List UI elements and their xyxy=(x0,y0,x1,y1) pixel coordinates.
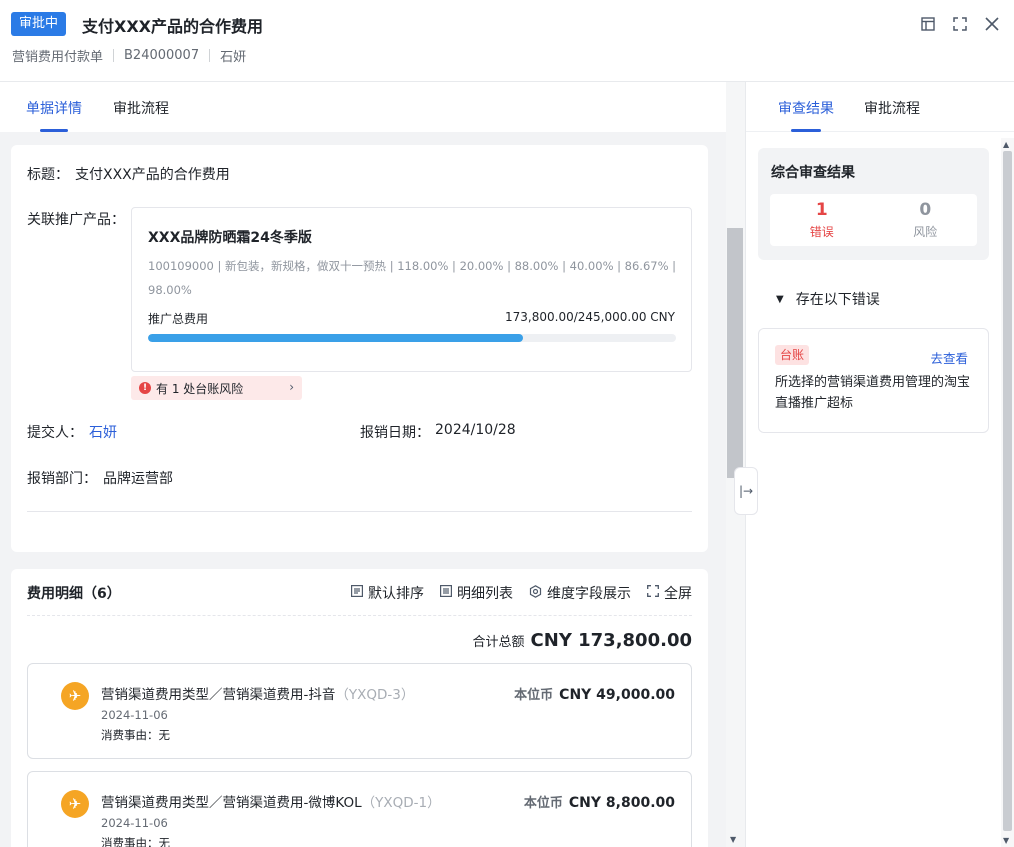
expense-item-amount: 本位币 CNY 49,000.00 xyxy=(514,687,675,703)
expense-item-title: 营销渠道费用类型／营销渠道费用-微博KOL（YXQD-1） xyxy=(101,795,441,811)
date-label: 报销日期： xyxy=(360,425,430,441)
window-controls xyxy=(912,12,1008,36)
fullscreen-label: 全屏 xyxy=(664,586,692,602)
fullscreen-icon xyxy=(647,585,659,601)
review-summary-counts: 1 错误 0 风险 xyxy=(770,194,977,246)
review-panel: 审查结果 审批流程 综合审查结果 1 错误 0 风险 ▼ 存在以下错误 台账 去… xyxy=(745,82,1014,847)
title-label: 标题： xyxy=(27,167,69,183)
close-icon[interactable] xyxy=(976,12,1008,36)
expense-item-title: 营销渠道费用类型／营销渠道费用-抖音（YXQD-3） xyxy=(101,687,415,703)
expense-item-date: 2024-11-06 xyxy=(101,816,168,830)
doc-person: 石妍 xyxy=(220,50,247,65)
tab-approval-flow[interactable]: 审批流程 xyxy=(113,98,169,118)
error-section-title: 存在以下错误 xyxy=(795,292,880,308)
promo-total-label: 推广总费用 xyxy=(148,312,209,326)
sort-icon xyxy=(351,585,364,601)
scrollbar-thumb[interactable] xyxy=(727,228,743,478)
airplane-icon: ✈ xyxy=(61,790,89,818)
date-value: 2024/10/28 xyxy=(435,422,516,438)
review-summary-title: 综合审查结果 xyxy=(771,165,855,181)
error-count-label: 错误 xyxy=(809,225,834,239)
scroll-down-arrow-icon[interactable]: ▼ xyxy=(1003,836,1009,845)
detail-tabs: 单据详情 审批流程 xyxy=(0,82,745,132)
expense-item[interactable]: ✈ 营销渠道费用类型／营销渠道费用-微博KOL（YXQD-1） 2024-11-… xyxy=(27,771,692,847)
detail-list-label: 明细列表 xyxy=(457,586,513,602)
error-section-toggle[interactable]: ▼ 存在以下错误 xyxy=(776,289,880,309)
tab-review-result[interactable]: 审查结果 xyxy=(778,98,834,132)
status-badge: 审批中 xyxy=(11,12,67,36)
collapse-icon: |→ xyxy=(738,484,754,498)
error-item: 台账 去查看 所选择的营销渠道费用管理的淘宝直播推广超标 xyxy=(758,328,989,433)
fullscreen-icon[interactable] xyxy=(944,12,976,36)
risk-count-label: 风险 xyxy=(913,225,938,239)
total-amount-label: 合计总额 xyxy=(472,635,525,650)
expense-item-reason: 消费事由：无 xyxy=(101,836,170,847)
divider xyxy=(209,49,211,62)
review-summary: 综合审查结果 1 错误 0 风险 xyxy=(758,148,989,260)
dimension-fields-label: 维度字段展示 xyxy=(547,586,631,602)
error-count[interactable]: 1 错误 xyxy=(770,194,874,246)
dimension-fields-button[interactable]: 维度字段展示 xyxy=(529,583,631,603)
error-count-value: 1 xyxy=(815,200,828,220)
tab-document-details[interactable]: 单据详情 xyxy=(26,98,82,132)
review-tabs: 审查结果 审批流程 xyxy=(746,82,1014,132)
expense-item-amount: 本位币 CNY 8,800.00 xyxy=(523,795,675,811)
doc-number: B24000007 xyxy=(124,48,200,63)
fullscreen-button[interactable]: 全屏 xyxy=(647,583,692,603)
basic-info-card: 标题： 支付XXX产品的合作费用 关联推广产品： XXX品牌防晒霜24冬季版 1… xyxy=(11,145,708,552)
error-description: 所选择的营销渠道费用管理的淘宝直播推广超标 xyxy=(775,375,971,411)
view-error-link[interactable]: 去查看 xyxy=(930,348,968,367)
header: 审批中 支付XXX产品的合作费用 营销费用付款单 B24000007 石妍 xyxy=(0,0,1014,82)
expense-details-card: 费用明细（6） 默认排序 明细列表 维度字段展示 全屏 合计总额 CNY 173… xyxy=(11,569,708,847)
alert-icon: ! xyxy=(139,382,151,394)
tab-approval-flow-right[interactable]: 审批流程 xyxy=(864,98,920,118)
scroll-down-arrow-icon[interactable]: ▼ xyxy=(730,835,736,844)
gear-icon xyxy=(529,584,542,602)
expense-section-title: 费用明细（6） xyxy=(27,586,121,602)
promo-total-value: 173,800.00/245,000.00 CNY xyxy=(505,310,675,324)
review-scrollbar[interactable]: ▲ ▼ xyxy=(1001,138,1014,847)
product-spec: 100109000 | 新包装，新规格，做双十一预热 | 118.00% | 2… xyxy=(148,259,677,297)
risk-count[interactable]: 0 风险 xyxy=(874,194,978,246)
product-label: 关联推广产品： xyxy=(27,212,125,228)
doc-type: 营销费用付款单 xyxy=(12,50,104,65)
product-card[interactable]: XXX品牌防晒霜24冬季版 100109000 | 新包装，新规格，做双十一预热… xyxy=(131,207,692,372)
department-label: 报销部门： xyxy=(27,471,97,487)
expense-total: 合计总额 CNY 173,800.00 xyxy=(473,630,692,651)
product-name: XXX品牌防晒霜24冬季版 xyxy=(148,230,312,246)
detail-list-button[interactable]: 明细列表 xyxy=(440,583,513,603)
default-sort-button[interactable]: 默认排序 xyxy=(351,583,424,603)
promo-progress-fill xyxy=(148,334,523,342)
chevron-right-icon: › xyxy=(289,380,294,394)
total-amount-value: CNY 173,800.00 xyxy=(530,630,692,651)
detail-panel: 单据详情 审批流程 标题： 支付XXX产品的合作费用 关联推广产品： XXX品牌… xyxy=(0,82,745,847)
ledger-risk-pill[interactable]: ! 有 1 处台账风险 › xyxy=(131,376,302,400)
collapse-panel-handle[interactable]: |→ xyxy=(734,467,758,515)
divider xyxy=(27,615,692,616)
airplane-icon: ✈ xyxy=(61,682,89,710)
risk-count-value: 0 xyxy=(919,200,932,220)
layout-icon[interactable] xyxy=(912,12,944,36)
submitter-link[interactable]: 石妍 xyxy=(89,422,117,442)
divider xyxy=(27,511,692,512)
submitter-label: 提交人： xyxy=(27,425,83,441)
divider xyxy=(113,49,115,62)
detail-scrollbar[interactable] xyxy=(726,82,745,847)
expense-toolbar: 默认排序 明细列表 维度字段展示 全屏 xyxy=(335,583,692,603)
title-value: 支付XXX产品的合作费用 xyxy=(75,167,230,183)
ledger-risk-text: 有 1 处台账风险 xyxy=(156,381,244,396)
expense-item-reason: 消费事由：无 xyxy=(101,728,170,742)
department-value: 品牌运营部 xyxy=(103,471,173,487)
list-icon xyxy=(440,585,453,601)
scrollbar-thumb[interactable] xyxy=(1003,151,1012,831)
promo-progress-bar xyxy=(148,334,676,342)
scroll-up-arrow-icon[interactable]: ▲ xyxy=(1003,140,1009,149)
page-title: 支付XXX产品的合作费用 xyxy=(82,17,264,36)
default-sort-label: 默认排序 xyxy=(368,586,424,602)
caret-down-icon: ▼ xyxy=(776,293,784,305)
expense-item[interactable]: ✈ 营销渠道费用类型／营销渠道费用-抖音（YXQD-3） 2024-11-06 … xyxy=(27,663,692,759)
doc-meta: 营销费用付款单 B24000007 石妍 xyxy=(12,46,246,65)
expense-item-date: 2024-11-06 xyxy=(101,708,168,722)
error-tag: 台账 xyxy=(775,345,810,365)
